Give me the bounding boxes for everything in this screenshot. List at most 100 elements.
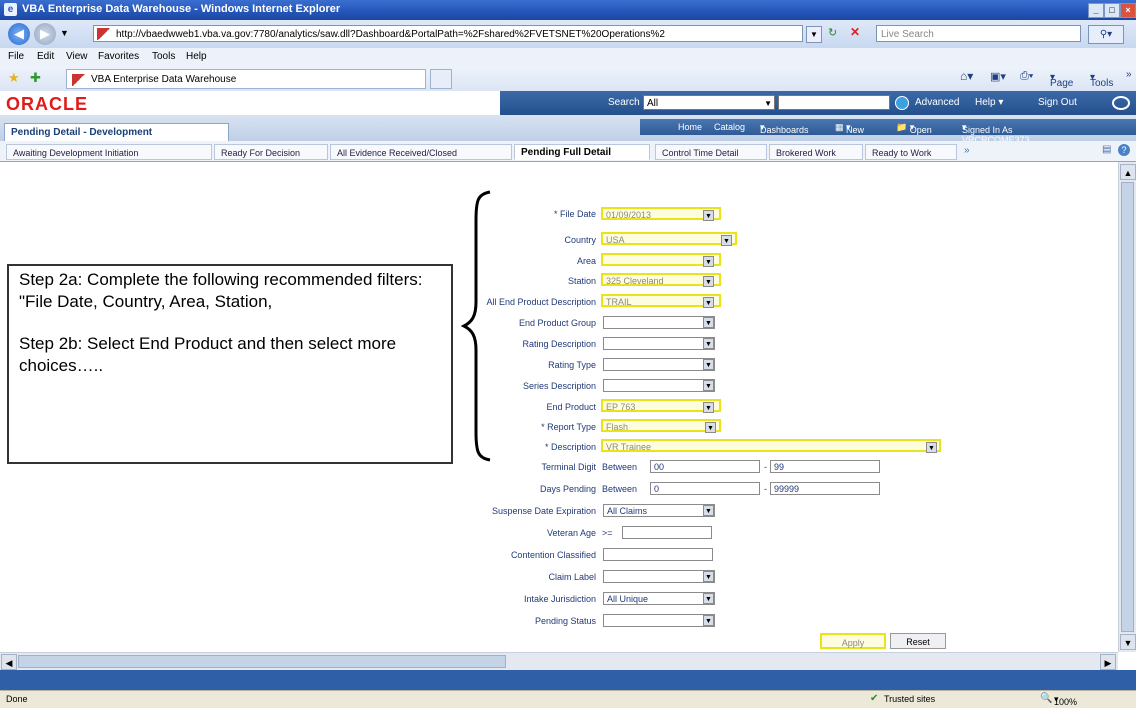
reset-button[interactable]: Reset: [890, 633, 946, 649]
open-menu[interactable]: 📁 Open ▾: [896, 122, 932, 135]
apply-button[interactable]: Apply: [820, 633, 886, 649]
zoom-value: 100%: [1054, 697, 1078, 707]
forward-button[interactable]: ▶: [34, 23, 56, 45]
tab-bar: ★ ✚ VBA Enterprise Data Warehouse ⌂▾ ▣▾ …: [0, 66, 1136, 92]
stop-icon[interactable]: ✕: [850, 25, 860, 39]
history-dropdown-icon[interactable]: ▼: [60, 28, 69, 38]
chevron-down-icon[interactable]: ▼: [703, 615, 714, 626]
days-pending-to-input[interactable]: 99999: [770, 482, 880, 495]
rating-type-select[interactable]: [603, 358, 715, 371]
print-icon[interactable]: ⎙▾: [1020, 70, 1033, 83]
days-pending-from-input[interactable]: 0: [650, 482, 760, 495]
maximize-button[interactable]: □: [1104, 3, 1120, 18]
chevron-down-icon[interactable]: ▼: [703, 402, 714, 413]
tab-ready-for-decision[interactable]: Ready For Decision: [214, 144, 328, 160]
minimize-button[interactable]: _: [1088, 3, 1104, 18]
pending-status-select[interactable]: [603, 614, 715, 627]
advanced-link[interactable]: Advanced: [915, 97, 959, 108]
menu-view[interactable]: View: [66, 51, 88, 62]
horizontal-scrollbar[interactable]: ◀ ▶: [0, 652, 1118, 671]
chevron-down-icon[interactable]: ▼: [703, 380, 714, 391]
browser-tab[interactable]: VBA Enterprise Data Warehouse: [66, 69, 426, 89]
zoom-level[interactable]: 100% ▾: [1054, 694, 1077, 707]
search-scope-select[interactable]: All ▼: [643, 95, 775, 110]
claim-label-select[interactable]: [603, 570, 715, 583]
end-product-description-label: All End Product Description: [486, 297, 596, 307]
url-input[interactable]: http://vbaedwweb1.vba.va.gov:7780/analyt…: [93, 25, 803, 42]
more-chevron-icon[interactable]: »: [1126, 69, 1132, 80]
back-button[interactable]: ◀: [8, 23, 30, 45]
feeds-icon[interactable]: ▣▾: [990, 70, 1006, 83]
tab-awaiting-development-initiation[interactable]: Awaiting Development Initiation: [6, 144, 212, 160]
country-select[interactable]: USA: [601, 232, 737, 245]
menu-favorites[interactable]: Favorites: [98, 51, 139, 62]
series-description-select[interactable]: [603, 379, 715, 392]
chevron-down-icon[interactable]: ▼: [703, 571, 714, 582]
suspense-date-expiration-select[interactable]: All Claims: [603, 504, 715, 517]
help-menu[interactable]: Help ▾: [975, 97, 1003, 108]
chevron-down-icon[interactable]: ▼: [703, 338, 714, 349]
scroll-up-icon[interactable]: ▲: [1120, 164, 1136, 180]
vertical-scrollbar[interactable]: ▲ ▼: [1118, 162, 1136, 652]
veteran-age-input[interactable]: [622, 526, 712, 539]
catalog-link[interactable]: Catalog: [714, 122, 745, 132]
search-go-icon[interactable]: [895, 96, 909, 110]
terminal-digit-to-input[interactable]: 99: [770, 460, 880, 473]
report-type-select[interactable]: Flash: [601, 419, 721, 432]
search-label: Search: [608, 97, 640, 108]
tab-all-evidence-received-closed[interactable]: All Evidence Received/Closed: [330, 144, 512, 160]
dashboards-menu[interactable]: Dashboards ▾: [760, 122, 809, 135]
horizontal-scroll-thumb[interactable]: [18, 655, 506, 668]
chevron-down-icon[interactable]: ▼: [703, 359, 714, 370]
chevron-down-icon[interactable]: ▼: [721, 235, 732, 246]
menu-edit[interactable]: Edit: [37, 51, 54, 62]
new-menu[interactable]: ▦ New ▾: [835, 122, 864, 135]
description-select[interactable]: VR Trainee: [601, 439, 941, 452]
help-icon[interactable]: ?: [1118, 144, 1130, 156]
chevron-down-icon[interactable]: ▼: [703, 297, 714, 308]
rating-description-select[interactable]: [603, 337, 715, 350]
chevron-down-icon[interactable]: ▼: [703, 317, 714, 328]
menu-help[interactable]: Help: [186, 51, 207, 62]
new-tab-button[interactable]: [430, 69, 452, 89]
contention-classified-input[interactable]: [603, 548, 713, 561]
scroll-left-icon[interactable]: ◀: [1, 654, 17, 670]
terminal-digit-label: Terminal Digit: [541, 462, 596, 472]
scroll-right-icon[interactable]: ▶: [1100, 654, 1116, 670]
tab-ready-to-work[interactable]: Ready to Work: [865, 144, 957, 160]
more-tabs-icon[interactable]: »: [964, 145, 970, 156]
close-button[interactable]: ×: [1120, 3, 1136, 18]
home-icon[interactable]: ⌂▾: [960, 69, 973, 83]
chevron-down-icon[interactable]: ▼: [705, 422, 716, 433]
url-dropdown-icon[interactable]: ▼: [806, 26, 822, 43]
chevron-down-icon[interactable]: ▼: [703, 210, 714, 221]
tab-control-time-detail[interactable]: Control Time Detail: [655, 144, 767, 160]
chevron-down-icon[interactable]: ▼: [926, 442, 937, 453]
chevron-down-icon[interactable]: ▼: [703, 276, 714, 287]
chevron-down-icon[interactable]: ▼: [703, 593, 714, 604]
home-link[interactable]: Home: [678, 122, 702, 132]
menu-tools[interactable]: Tools: [152, 51, 175, 62]
signed-in-as[interactable]: Signed In As VRCRCOME373 ▾: [962, 122, 1030, 145]
chevron-down-icon[interactable]: ▼: [703, 505, 714, 516]
tab-brokered-work[interactable]: Brokered Work: [769, 144, 863, 160]
add-favorite-icon[interactable]: ✚: [30, 70, 41, 86]
end-product-group-select[interactable]: [603, 316, 715, 329]
tab-title: VBA Enterprise Data Warehouse: [91, 74, 237, 85]
page-options-icon[interactable]: ▤: [1102, 144, 1111, 155]
tools-menu[interactable]: Tools ▾: [1090, 72, 1113, 89]
chevron-down-icon[interactable]: ▼: [703, 256, 714, 267]
sign-out-link[interactable]: Sign Out: [1038, 97, 1077, 108]
live-search-input[interactable]: Live Search: [876, 25, 1081, 42]
intake-jurisdiction-select[interactable]: All Unique: [603, 592, 715, 605]
tab-pending-full-detail[interactable]: Pending Full Detail: [514, 144, 650, 160]
menu-file[interactable]: File: [8, 51, 24, 62]
vertical-scroll-thumb[interactable]: [1121, 182, 1134, 632]
favorites-star-icon[interactable]: ★: [8, 70, 20, 86]
search-go-icon[interactable]: ⚲▾: [1088, 25, 1124, 44]
scroll-down-icon[interactable]: ▼: [1120, 634, 1136, 650]
page-menu[interactable]: Page ▾: [1050, 72, 1073, 89]
terminal-digit-from-input[interactable]: 00: [650, 460, 760, 473]
global-search-input[interactable]: [778, 95, 890, 110]
refresh-icon[interactable]: ↻: [828, 26, 837, 39]
